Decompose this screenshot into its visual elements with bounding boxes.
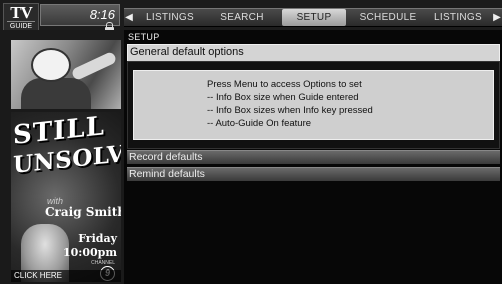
info-line: -- Auto-Guide On feature — [207, 118, 312, 129]
click-here-label[interactable]: CLICK HERE — [11, 270, 121, 282]
info-panel: Press Menu to access Options to set -- I… — [133, 70, 494, 140]
nav-left-arrow-icon[interactable]: ◀ — [124, 9, 134, 26]
promo-ad[interactable]: STILL UNSOLVED with Craig Smith Friday 1… — [11, 112, 121, 282]
clock-time: 8:16 — [89, 7, 115, 22]
promo-channel-label: CHANNEL — [91, 260, 115, 266]
breadcrumb: SETUP — [128, 32, 160, 42]
tv-guide-screen: TV GUIDE 8:16 ◀ LISTINGS SEARCH SETUP SC… — [0, 0, 502, 284]
tab-listings[interactable]: LISTINGS — [136, 9, 204, 26]
info-line: -- Info Box sizes when Info key pressed — [207, 105, 373, 116]
info-line: -- Info Box size when Guide entered — [207, 92, 359, 103]
nav-right-arrow-icon[interactable]: ▶ — [492, 9, 502, 26]
logo-tv-text: TV — [10, 3, 33, 22]
section-record-defaults[interactable]: Record defaults — [127, 150, 500, 164]
section-title: Record defaults — [129, 151, 203, 163]
promo-day: Friday — [78, 232, 117, 245]
tab-search[interactable]: SEARCH — [208, 9, 276, 26]
tab-schedule[interactable]: SCHEDULE — [352, 9, 424, 26]
info-line: Press Menu to access Options to set — [207, 79, 362, 90]
section-general-default-options[interactable]: General default options — [127, 44, 500, 62]
top-bar: TV GUIDE 8:16 ◀ LISTINGS SEARCH SETUP SC… — [0, 0, 502, 35]
tab-setup[interactable]: SETUP — [282, 9, 346, 26]
section-content: Press Menu to access Options to set -- I… — [127, 61, 500, 149]
tab-listings-2[interactable]: LISTINGS — [426, 9, 490, 26]
promo-time: 10:00pm — [62, 246, 117, 259]
section-remind-defaults[interactable]: Remind defaults — [127, 167, 500, 181]
football-player-image[interactable] — [11, 40, 121, 109]
promo-host: Craig Smith — [45, 205, 121, 219]
section-title: Remind defaults — [129, 168, 205, 180]
left-panel: STILL UNSOLVED with Craig Smith Friday 1… — [0, 30, 124, 284]
section-title: General default options — [130, 46, 244, 58]
main-panel: SETUP General default options Press Menu… — [124, 30, 502, 284]
nav-bar: ◀ LISTINGS SEARCH SETUP SCHEDULE LISTING… — [124, 8, 502, 27]
